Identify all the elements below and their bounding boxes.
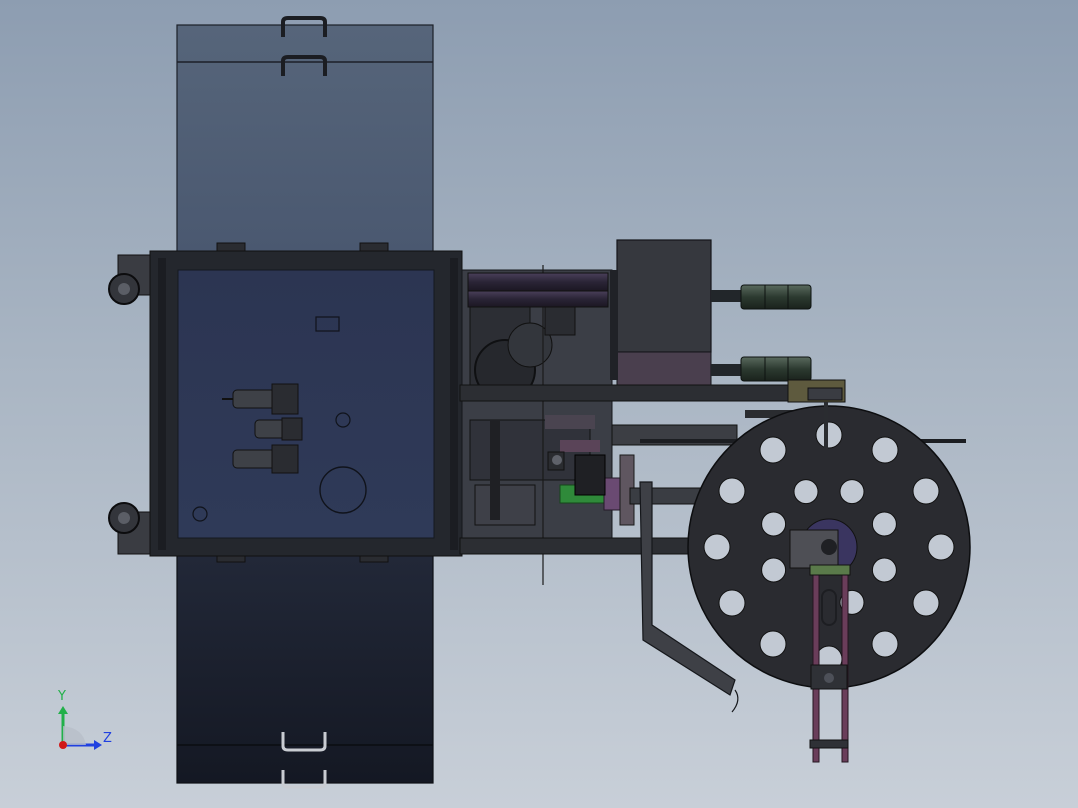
disc-hole	[761, 557, 787, 583]
disc-hole	[718, 589, 746, 617]
disc-hole	[718, 477, 746, 505]
upper-cabinet	[176, 24, 434, 256]
disc-drive-motor	[789, 529, 839, 569]
disc-hole	[759, 436, 787, 464]
disc-hole	[815, 421, 843, 449]
triad-z-label: Z	[103, 731, 112, 746]
machine-top-view-drawing	[58, 16, 971, 789]
air-cylinder-lower	[711, 356, 812, 382]
disc-hole	[871, 630, 899, 658]
air-cylinder-upper	[711, 284, 812, 310]
disc-hole	[793, 479, 819, 505]
feed-roller-upper	[467, 272, 609, 308]
triad-y-label: Y	[58, 689, 66, 704]
caster-top	[108, 254, 151, 305]
disc-hole	[871, 557, 897, 583]
disc-hole	[703, 533, 731, 561]
disc-hole	[839, 479, 865, 505]
caster-bottom	[108, 502, 151, 555]
disc-hole	[912, 589, 940, 617]
main-frame	[149, 242, 463, 563]
disc-hole	[871, 436, 899, 464]
disc-hole	[927, 533, 955, 561]
disc-hole	[871, 511, 897, 537]
disc-hole	[759, 630, 787, 658]
cad-viewport[interactable]: Y Z	[0, 0, 1078, 808]
disc-hole	[912, 477, 940, 505]
coordinate-triad	[58, 706, 102, 750]
disc-hole	[761, 511, 787, 537]
control-box	[610, 239, 712, 389]
